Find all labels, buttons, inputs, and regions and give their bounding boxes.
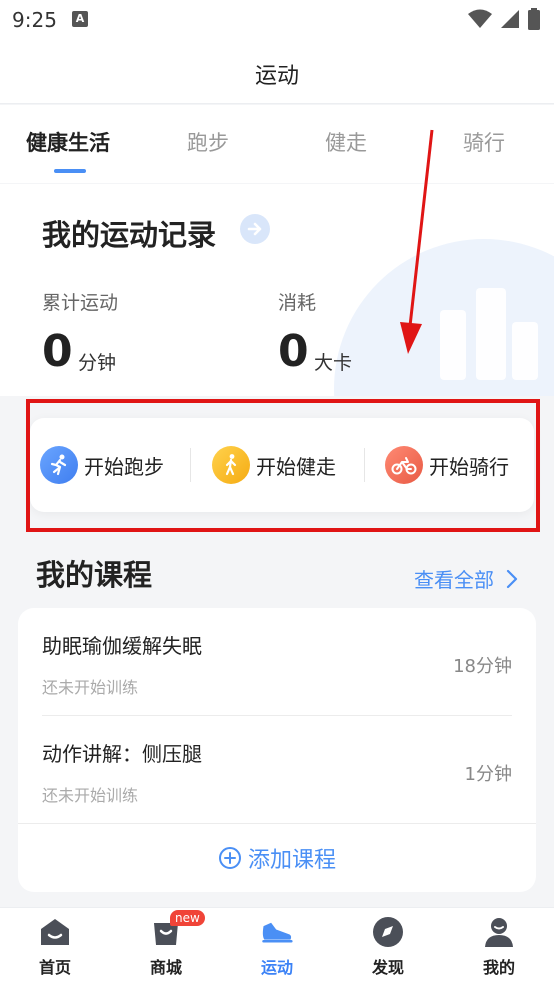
nav-shop[interactable]: new 商城 xyxy=(126,910,206,978)
new-badge: new xyxy=(170,910,205,926)
exercise-record-card: 我的运动记录 累计运动 0 分钟 消耗 0 大卡 xyxy=(0,184,554,396)
stat-label-calories: 消耗 xyxy=(278,292,317,314)
stat-value-calories: 0 xyxy=(278,326,309,377)
page-title: 运动 xyxy=(254,64,299,89)
shop-icon: new xyxy=(150,910,205,948)
sport-shoe-icon xyxy=(261,916,293,948)
course-status: 还未开始训练 xyxy=(42,786,139,805)
nav-discover[interactable]: 发现 xyxy=(348,916,428,978)
annotation-arrow xyxy=(400,129,434,354)
stat-unit-minutes: 分钟 xyxy=(78,352,117,374)
plus-circle-icon xyxy=(218,847,241,869)
course-duration: 1分钟 xyxy=(464,764,512,785)
status-time: 9:25 xyxy=(12,8,57,32)
compass-icon xyxy=(372,916,404,948)
nav-sport-label: 运动 xyxy=(260,958,293,977)
notification-icon: A xyxy=(72,11,88,27)
stat-unit-kcal: 大卡 xyxy=(314,352,353,374)
nav-home-label: 首页 xyxy=(38,958,71,977)
signal-icon xyxy=(501,10,519,28)
add-course-label: 添加课程 xyxy=(247,848,336,873)
divider xyxy=(18,823,536,824)
course-item[interactable]: 助眠瑜伽缓解失眠 还未开始训练 18分钟 xyxy=(18,608,536,714)
tab-indicator xyxy=(54,169,86,173)
chevron-right-icon xyxy=(506,569,518,588)
tab-bar: 健康生活 跑步 健走 骑行 xyxy=(0,105,554,183)
nav-profile[interactable]: 我的 xyxy=(459,916,539,978)
tab-healthy-life[interactable]: 健康生活 xyxy=(26,127,110,157)
course-duration: 18分钟 xyxy=(453,656,512,677)
decor-bar xyxy=(476,288,506,380)
wifi-icon xyxy=(468,9,492,28)
nav-discover-label: 发现 xyxy=(371,958,404,977)
status-bar: 9:25 A xyxy=(0,0,554,40)
add-course-button[interactable]: 添加课程 xyxy=(18,842,536,874)
tab-running[interactable]: 跑步 xyxy=(187,127,229,157)
stat-label-total-exercise: 累计运动 xyxy=(42,292,119,314)
status-indicators xyxy=(468,8,540,30)
bottom-nav: 首页 new 商城 运动 发现 我的 xyxy=(0,907,554,984)
course-name: 动作讲解：侧压腿 xyxy=(42,742,202,766)
courses-title: 我的课程 xyxy=(36,558,153,592)
stat-value-total-exercise: 0 xyxy=(42,326,73,377)
decor-bar xyxy=(512,322,538,380)
nav-home[interactable]: 首页 xyxy=(15,916,95,978)
nav-profile-label: 我的 xyxy=(482,958,515,977)
decor-bar xyxy=(440,310,466,380)
highlight-box xyxy=(26,399,540,532)
record-title: 我的运动记录 xyxy=(42,218,217,252)
tab-walking[interactable]: 健走 xyxy=(325,127,367,157)
courses-card: 助眠瑜伽缓解失眠 还未开始训练 18分钟 动作讲解：侧压腿 还未开始训练 1分钟… xyxy=(18,608,536,892)
course-status: 还未开始训练 xyxy=(42,678,139,697)
course-item[interactable]: 动作讲解：侧压腿 还未开始训练 1分钟 xyxy=(18,716,536,822)
nav-sport[interactable]: 运动 xyxy=(237,916,317,978)
home-icon xyxy=(39,916,71,948)
view-all-link[interactable]: 查看全部 xyxy=(414,564,518,593)
arrow-right-icon[interactable] xyxy=(240,214,270,244)
title-bar: 运动 xyxy=(0,40,554,104)
tab-cycling[interactable]: 骑行 xyxy=(463,127,505,157)
nav-shop-label: 商城 xyxy=(149,958,182,977)
view-all-label: 查看全部 xyxy=(414,568,494,592)
battery-icon xyxy=(528,8,540,30)
course-name: 助眠瑜伽缓解失眠 xyxy=(42,634,202,658)
profile-icon xyxy=(483,916,515,948)
